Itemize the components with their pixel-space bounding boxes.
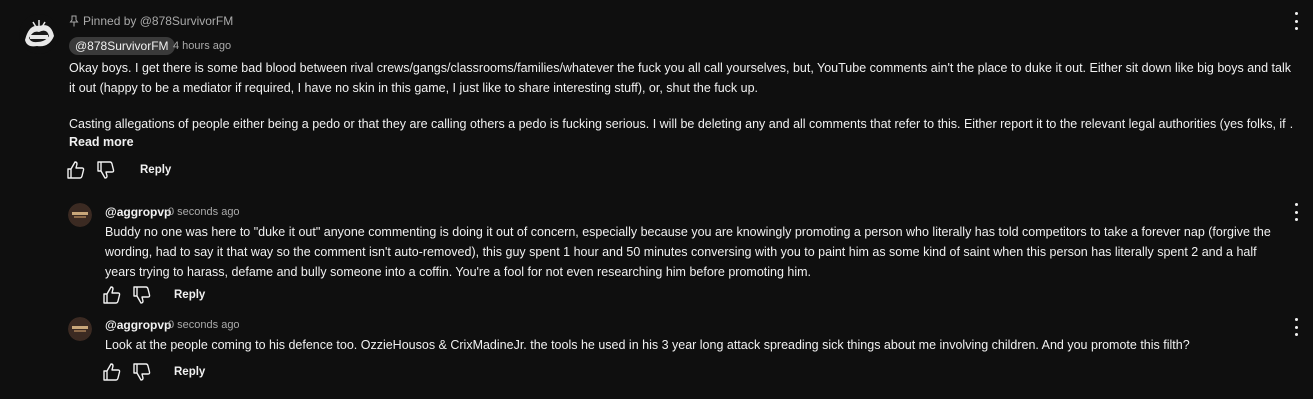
more-vert-icon[interactable] <box>1293 12 1299 30</box>
comment-author-chip[interactable]: @878SurvivorFM <box>69 37 175 55</box>
like-icon[interactable] <box>102 362 122 382</box>
read-more-button[interactable]: Read more <box>69 135 134 149</box>
channel-avatar[interactable] <box>19 14 59 54</box>
dislike-icon[interactable] <box>96 160 116 180</box>
more-vert-icon[interactable] <box>1293 203 1299 221</box>
reply-button[interactable]: Reply <box>174 366 205 378</box>
reply-text: Look at the people coming to his defence… <box>105 338 1190 352</box>
comment-actions: Reply <box>66 160 171 180</box>
reply-author[interactable]: @aggropvp <box>105 205 171 219</box>
reply-button[interactable]: Reply <box>174 289 205 301</box>
dislike-icon[interactable] <box>132 362 152 382</box>
comment-text-paragraph-1: Okay boys. I get there is some bad blood… <box>69 61 1295 95</box>
comment-timestamp[interactable]: 4 hours ago <box>173 40 231 52</box>
reply-avatar[interactable] <box>68 317 92 341</box>
like-icon[interactable] <box>102 285 122 305</box>
reply-actions: Reply <box>102 362 205 382</box>
reply-timestamp[interactable]: 0 seconds ago <box>168 319 240 331</box>
reply-author[interactable]: @aggropvp <box>105 318 171 332</box>
pinned-label: Pinned by @878SurvivorFM <box>83 14 234 28</box>
like-icon[interactable] <box>66 160 86 180</box>
reply-text: Buddy no one was here to "duke it out" a… <box>105 225 1275 279</box>
comment-text-paragraph-2: Casting allegations of people either bei… <box>69 117 1294 131</box>
reply-button[interactable]: Reply <box>140 164 171 176</box>
reply-avatar[interactable] <box>68 203 92 227</box>
reply-timestamp[interactable]: 0 seconds ago <box>168 206 240 218</box>
reply-actions: Reply <box>102 285 205 305</box>
pin-icon <box>69 15 79 27</box>
more-vert-icon[interactable] <box>1293 318 1299 336</box>
pinned-indicator: Pinned by @878SurvivorFM <box>69 14 233 28</box>
dislike-icon[interactable] <box>132 285 152 305</box>
